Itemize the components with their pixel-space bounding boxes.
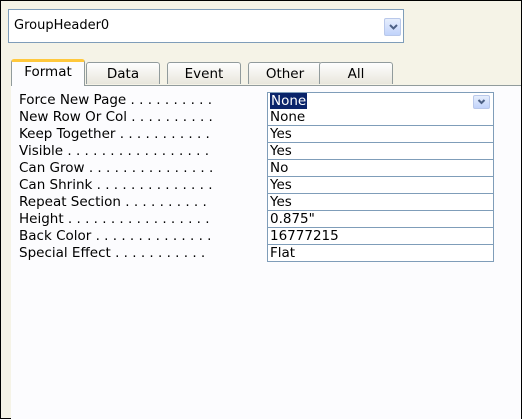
property-value-field[interactable]: Yes: [267, 194, 494, 211]
property-value-field[interactable]: Yes: [267, 126, 494, 143]
property-row[interactable]: Force New Page . . . . . . . . . . None: [19, 92, 495, 110]
tab-event[interactable]: Event: [167, 62, 241, 84]
property-value-field[interactable]: 16777215: [267, 228, 494, 245]
chevron-down-icon: [477, 99, 486, 105]
tab-data[interactable]: Data: [86, 62, 160, 84]
property-label: Keep Together . . . . . . . . . . .: [19, 126, 210, 142]
chevron-down-icon: [389, 24, 398, 30]
property-label: Force New Page . . . . . . . . . .: [19, 92, 213, 108]
property-row[interactable]: Can Shrink . . . . . . . . . . . . . . Y…: [19, 177, 495, 194]
property-row[interactable]: Repeat Section . . . . . . . . . . Yes: [19, 194, 495, 211]
property-value: None: [270, 93, 308, 109]
tab-format[interactable]: Format: [11, 59, 85, 86]
property-value-field[interactable]: None: [267, 109, 494, 126]
property-dropdown-button[interactable]: [473, 95, 490, 109]
property-sheet-window: GroupHeader0 Format Data Event Other All…: [0, 0, 522, 419]
property-label: Repeat Section . . . . . . . . . .: [19, 194, 207, 210]
property-row[interactable]: Can Grow . . . . . . . . . . . . . . . N…: [19, 160, 495, 177]
property-label: Back Color . . . . . . . . . . . . . .: [19, 228, 212, 244]
property-value-field[interactable]: No: [267, 160, 494, 177]
property-label: Can Grow . . . . . . . . . . . . . . .: [19, 160, 214, 176]
property-row[interactable]: New Row Or Col . . . . . . . . . . None: [19, 109, 495, 126]
tab-other[interactable]: Other: [248, 62, 322, 84]
property-label: New Row Or Col . . . . . . . . . .: [19, 109, 213, 125]
property-value-field[interactable]: Flat: [267, 245, 494, 262]
property-label: Can Shrink . . . . . . . . . . . . . .: [19, 177, 213, 193]
property-row[interactable]: Special Effect . . . . . . . . . . . Fla…: [19, 245, 495, 262]
property-label: Visible . . . . . . . . . . . . . . . . …: [19, 143, 210, 159]
object-selector-dropdown-button[interactable]: [384, 18, 401, 36]
object-selector-combo[interactable]: GroupHeader0: [8, 9, 404, 43]
property-value-field[interactable]: Yes: [267, 177, 494, 194]
property-grid: Force New Page . . . . . . . . . . None …: [19, 92, 495, 262]
property-row[interactable]: Keep Together . . . . . . . . . . . Yes: [19, 126, 495, 143]
object-selector-value: GroupHeader0: [14, 18, 110, 33]
property-value-field[interactable]: Yes: [267, 143, 494, 160]
tab-all[interactable]: All: [319, 62, 393, 84]
property-row[interactable]: Back Color . . . . . . . . . . . . . . 1…: [19, 228, 495, 245]
property-label: Special Effect . . . . . . . . . . .: [19, 245, 206, 261]
property-row[interactable]: Height . . . . . . . . . . . . . . . . .…: [19, 211, 495, 228]
property-value-field[interactable]: None: [267, 92, 494, 110]
property-row[interactable]: Visible . . . . . . . . . . . . . . . . …: [19, 143, 495, 160]
property-label: Height . . . . . . . . . . . . . . . . .: [19, 211, 210, 227]
property-value-field[interactable]: 0.875": [267, 211, 494, 228]
